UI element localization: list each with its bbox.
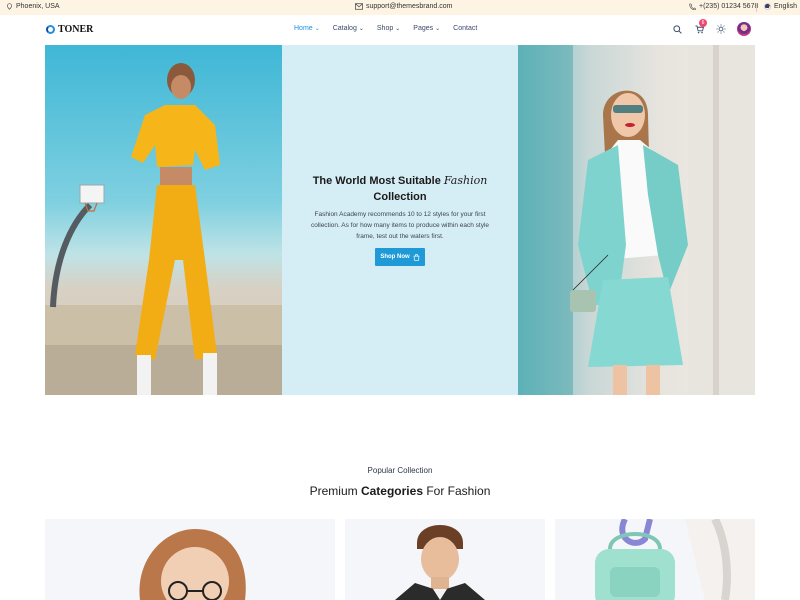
- main-header: TONER Home ⌄ Catalog ⌄ Shop ⌄ Pages ⌄ Co…: [0, 15, 800, 45]
- hero-description: Fashion Academy recommends 10 to 12 styl…: [310, 211, 490, 240]
- section-title-pre: Premium: [309, 484, 358, 498]
- phone-text[interactable]: +(235) 01234 5678: [699, 3, 758, 10]
- main-nav: Home ⌄ Catalog ⌄ Shop ⌄ Pages ⌄ Contact: [294, 25, 477, 32]
- hero-left-illustration: [45, 63, 282, 395]
- hero-title: The World Most Suitable Fashion Collecti…: [282, 173, 518, 205]
- nav-item-shop[interactable]: Shop ⌄: [377, 25, 400, 32]
- hero-image-left: [45, 45, 282, 395]
- cart-button[interactable]: 6: [693, 19, 707, 35]
- nav-item-contact[interactable]: Contact: [453, 25, 477, 32]
- top-bar: Phoenix, USA support@themesbrand.com +(2…: [0, 0, 800, 15]
- us-flag-icon: [764, 3, 771, 10]
- logo-icon: [46, 25, 55, 34]
- nav-label: Shop: [376, 25, 394, 32]
- language-label[interactable]: English: [774, 3, 797, 10]
- section-title: Premium Categories For Fashion: [0, 484, 800, 498]
- hero-title-part2: Collection: [373, 191, 427, 203]
- hero-right-illustration: [518, 45, 755, 395]
- category-card-3[interactable]: [555, 519, 755, 600]
- theme-toggle-button[interactable]: [715, 23, 727, 35]
- section-subtitle: Popular Collection: [367, 466, 433, 475]
- chevron-down-icon: ⌄: [435, 26, 441, 32]
- nav-label: Pages: [413, 25, 434, 32]
- mail-icon: [355, 3, 363, 10]
- search-icon: [672, 24, 682, 34]
- hero-title-part1: The World Most Suitable: [312, 175, 441, 187]
- category-card-2[interactable]: [345, 519, 545, 600]
- topbar-divider: [756, 3, 757, 12]
- email-text[interactable]: support@themesbrand.com: [366, 3, 452, 10]
- logo[interactable]: TONER: [46, 24, 93, 35]
- location-info: Phoenix, USA: [6, 3, 60, 10]
- category-card-1[interactable]: [45, 519, 335, 600]
- nav-item-home[interactable]: Home ⌄: [294, 25, 320, 32]
- email-info[interactable]: support@themesbrand.com: [355, 3, 452, 10]
- category-image-woman-glasses: [139, 529, 246, 600]
- chevron-down-icon: ⌄: [395, 26, 401, 32]
- language-selector[interactable]: English: [764, 3, 797, 10]
- shop-now-button[interactable]: Shop Now: [375, 248, 425, 266]
- search-button[interactable]: [671, 23, 683, 35]
- avatar[interactable]: [737, 22, 751, 36]
- section-title-post: For Fashion: [426, 484, 491, 498]
- nav-label: Catalog: [332, 25, 357, 32]
- hero-banner: The World Most Suitable Fashion Collecti…: [45, 45, 755, 395]
- shop-now-label: Shop Now: [380, 254, 410, 260]
- nav-item-catalog[interactable]: Catalog ⌄: [333, 25, 364, 32]
- phone-icon: [689, 3, 696, 10]
- shopping-bag-icon: [413, 253, 420, 261]
- hero-title-script: Fashion: [443, 174, 488, 187]
- map-pin-icon: [7, 3, 12, 10]
- logo-text: TONER: [58, 24, 94, 35]
- hero-content: The World Most Suitable Fashion Collecti…: [282, 45, 518, 395]
- chevron-down-icon: ⌄: [358, 26, 364, 32]
- location-text: Phoenix, USA: [16, 3, 60, 10]
- header-actions: 6: [671, 19, 751, 36]
- nav-item-pages[interactable]: Pages ⌄: [413, 25, 440, 32]
- section-title-bold: Categories: [360, 484, 423, 498]
- nav-label: Contact: [453, 25, 478, 32]
- hero-image-right: [518, 45, 755, 395]
- sun-icon: [716, 24, 726, 34]
- cart-count-badge: 6: [699, 19, 707, 27]
- nav-label: Home: [294, 25, 313, 32]
- chevron-down-icon: ⌄: [314, 26, 320, 32]
- category-image-man: [395, 525, 485, 600]
- category-image-backpack: [595, 519, 755, 600]
- phone-info[interactable]: +(235) 01234 5678: [689, 3, 758, 10]
